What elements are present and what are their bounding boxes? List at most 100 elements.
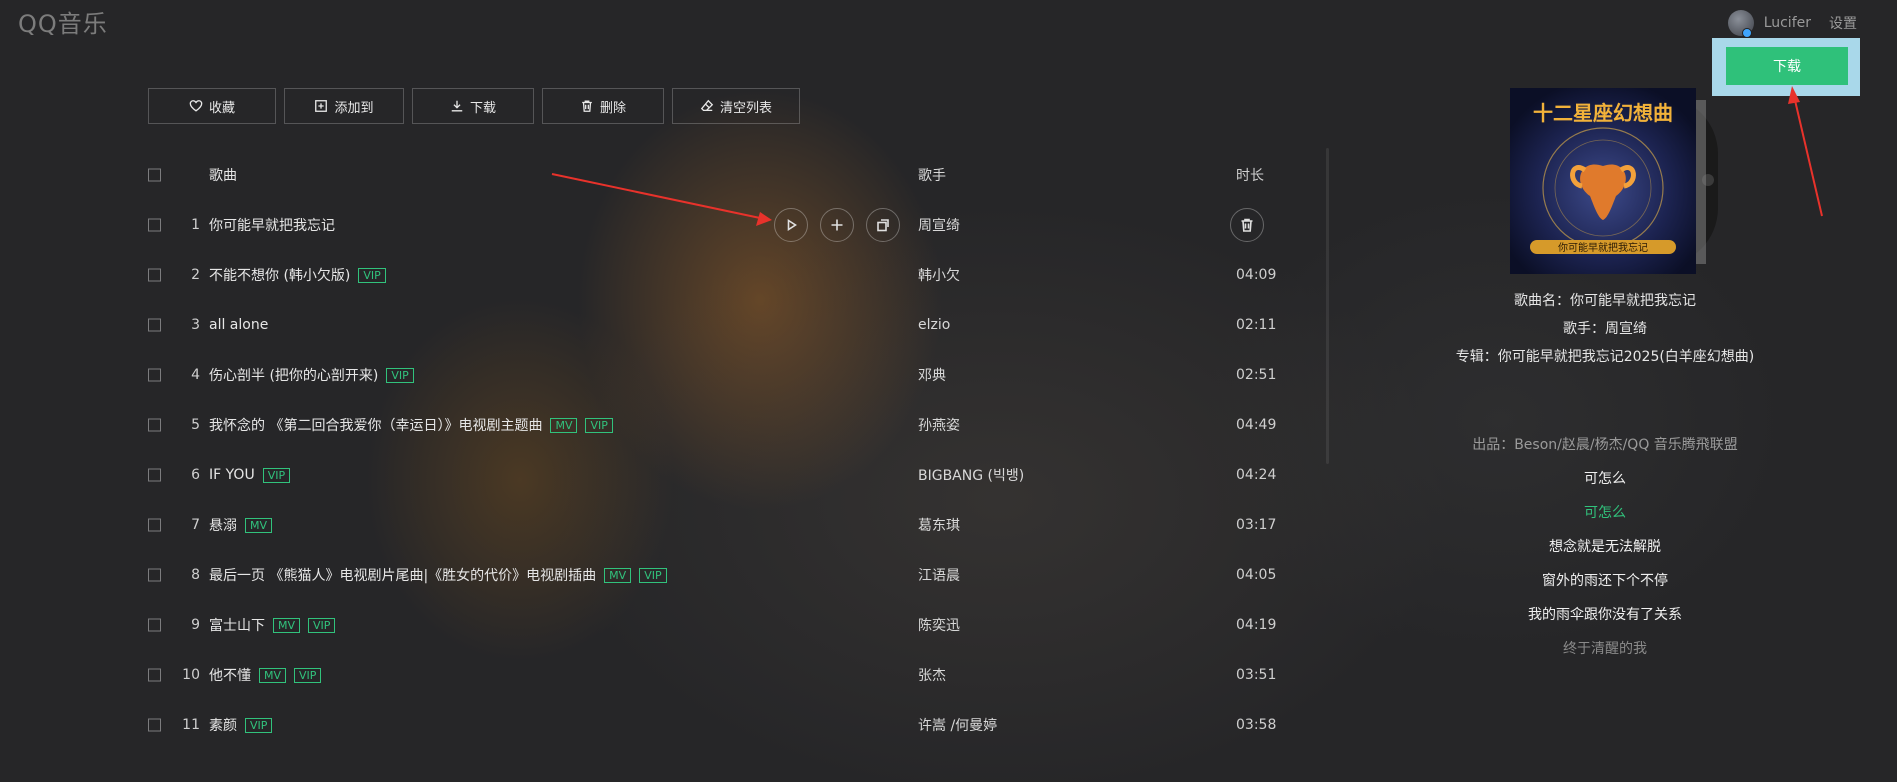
song-row[interactable]: 3 all alone elzio 02:11 [148,300,1288,350]
song-row[interactable]: 1 你可能早就把我忘记 周宣绮 [148,200,1288,250]
song-checkbox[interactable] [148,718,161,732]
song-checkbox[interactable] [148,418,161,432]
song-singer[interactable]: 周宣绮 [918,215,960,235]
download-button[interactable]: 下载 [412,88,534,124]
song-number: 10 [182,667,200,683]
song-singer[interactable]: 孙燕姿 [918,415,960,435]
lyrics-panel: 出品：Beson/赵晨/杨杰/QQ 音乐腾飛联盟 可怎么 可怎么 想念就是无法解脱 窗外… [1420,434,1790,684]
lyric-line: 我的雨伞跟你没有了关系 [1528,607,1682,623]
delete-label: 删除 [599,100,626,116]
row-delete-button[interactable] [1230,208,1264,242]
song-checkbox[interactable] [148,268,161,282]
song-row[interactable]: 5 我怀念的 《第二回合我爱你（幸运日）》电视剧主题曲 MV VIP 孙燕姿 04:49 [148,400,1288,450]
song-title[interactable]: 素颜 [209,715,237,735]
lyric-line: 可怎么 [1584,471,1626,487]
song-checkbox[interactable] [148,568,161,582]
username[interactable]: Lucifer [1764,15,1811,31]
song-checkbox[interactable] [148,218,161,232]
song-title[interactable]: 伤心剖半 (把你的心剖开来) [209,365,378,385]
song-singer[interactable]: elzio [918,317,950,333]
column-singer: 歌手 [918,168,946,184]
clear-list-label: 清空列表 [719,100,772,116]
vip-badge[interactable]: VIP [639,567,667,583]
song-title[interactable]: 富士山下 [209,615,265,635]
song-checkbox[interactable] [148,468,161,482]
song-title[interactable]: all alone [209,317,268,333]
song-title-cell: 你可能早就把我忘记 [209,215,335,235]
song-singer[interactable]: 陈奕迅 [918,615,960,635]
list-scrollbar[interactable] [1326,148,1329,464]
song-singer[interactable]: 许嵩 /何曼婷 [918,715,997,735]
song-checkbox[interactable] [148,668,161,682]
song-singer[interactable]: 葛东琪 [918,515,960,535]
download-icon [451,100,463,112]
add-to-label: 添加到 [334,100,374,116]
song-title[interactable]: 我怀念的 《第二回合我爱你（幸运日）》电视剧主题曲 [209,415,542,435]
mv-badge[interactable]: MV [273,617,301,633]
song-row[interactable]: 8 最后一页 《熊猫人》电视剧片尾曲|《胜女的代价》电视剧插曲 MV VIP 江语晨 04… [148,550,1288,600]
song-title[interactable]: 你可能早就把我忘记 [209,215,335,235]
song-title-cell: all alone [209,317,268,333]
song-singer[interactable]: 张杰 [918,665,946,685]
favorite-button[interactable]: 收藏 [148,88,276,124]
clear-list-button[interactable]: 清空列表 [672,88,800,124]
add-icon [831,219,843,231]
song-row[interactable]: 11 素颜 VIP 许嵩 /何曼婷 03:58 [148,700,1288,750]
song-checkbox[interactable] [148,318,161,332]
lyric-line: 想念就是无法解脱 [1549,539,1661,555]
song-row[interactable]: 10 他不懂 MV VIP 张杰 03:51 [148,650,1288,700]
song-title[interactable]: 最后一页 《熊猫人》电视剧片尾曲|《胜女的代价》电视剧插曲 [209,565,596,585]
download-popup: 下载 [1712,38,1860,96]
vip-badge[interactable]: VIP [358,267,386,283]
song-title[interactable]: IF YOU [209,467,255,483]
mv-badge[interactable]: MV [245,517,273,533]
song-singer[interactable]: BIGBANG (빅뱅) [918,465,1024,485]
song-title[interactable]: 他不懂 [209,665,251,685]
song-singer[interactable]: 韩小欠 [918,265,960,285]
lyric-line: 出品：Beson/赵晨/杨杰/QQ 音乐腾飛联盟 [1472,437,1738,453]
delete-button[interactable]: 删除 [542,88,664,124]
song-checkbox[interactable] [148,368,161,382]
now-playing-singer: 歌手：周宣绮 [1563,321,1647,337]
add-to-button[interactable]: 添加到 [284,88,404,124]
song-title[interactable]: 悬溺 [209,515,237,535]
mv-badge[interactable]: MV [604,567,632,583]
song-number: 11 [182,717,200,733]
song-title[interactable]: 不能不想你 (韩小欠版) [209,265,350,285]
song-row[interactable]: 4 伤心剖半 (把你的心剖开来) VIP 邓典 02:51 [148,350,1288,400]
play-button[interactable] [774,208,808,242]
vip-badge[interactable]: VIP [294,667,322,683]
add-button[interactable] [820,208,854,242]
album-art-subtitle: 你可能早就把我忘记 [1558,241,1648,254]
song-title-cell: 伤心剖半 (把你的心剖开来) VIP [209,365,414,385]
popup-download-button[interactable]: 下载 [1726,47,1848,85]
song-duration: 03:51 [1236,667,1277,683]
vip-badge[interactable]: VIP [386,367,414,383]
song-row[interactable]: 2 不能不想你 (韩小欠版) VIP 韩小欠 04:09 [148,250,1288,300]
song-number: 7 [191,517,200,533]
song-title-cell: 素颜 VIP [209,715,273,735]
song-singer[interactable]: 邓典 [918,365,946,385]
song-singer[interactable]: 江语晨 [918,565,960,585]
vip-badge[interactable]: VIP [585,417,613,433]
song-duration: 04:24 [1236,467,1277,483]
share-button[interactable] [866,208,900,242]
mv-badge[interactable]: MV [259,667,287,683]
vip-badge[interactable]: VIP [262,467,291,483]
vip-badge[interactable]: VIP [245,717,273,733]
song-checkbox[interactable] [148,518,161,532]
song-row[interactable]: 9 富士山下 MV VIP 陈奕迅 04:19 [148,600,1288,650]
select-all-checkbox[interactable] [148,168,161,182]
song-number: 2 [191,267,200,283]
song-checkbox[interactable] [148,618,161,632]
vip-badge[interactable]: VIP [308,617,336,633]
song-row[interactable]: 6 IF YOU VIP BIGBANG (빅뱅) 04:24 [148,450,1288,500]
settings-link[interactable]: 设置 [1829,13,1857,33]
song-row[interactable]: 7 悬溺 MV 葛东琪 03:17 [148,500,1288,550]
lyric-line: 窗外的雨还下个不停 [1542,573,1668,589]
song-duration: 04:49 [1236,417,1277,433]
album-cover[interactable]: 你可能早就把我忘记 十二星座幻想曲 [1510,88,1696,274]
mv-badge[interactable]: MV [550,417,578,433]
avatar[interactable] [1727,10,1754,38]
song-number: 1 [191,217,200,233]
